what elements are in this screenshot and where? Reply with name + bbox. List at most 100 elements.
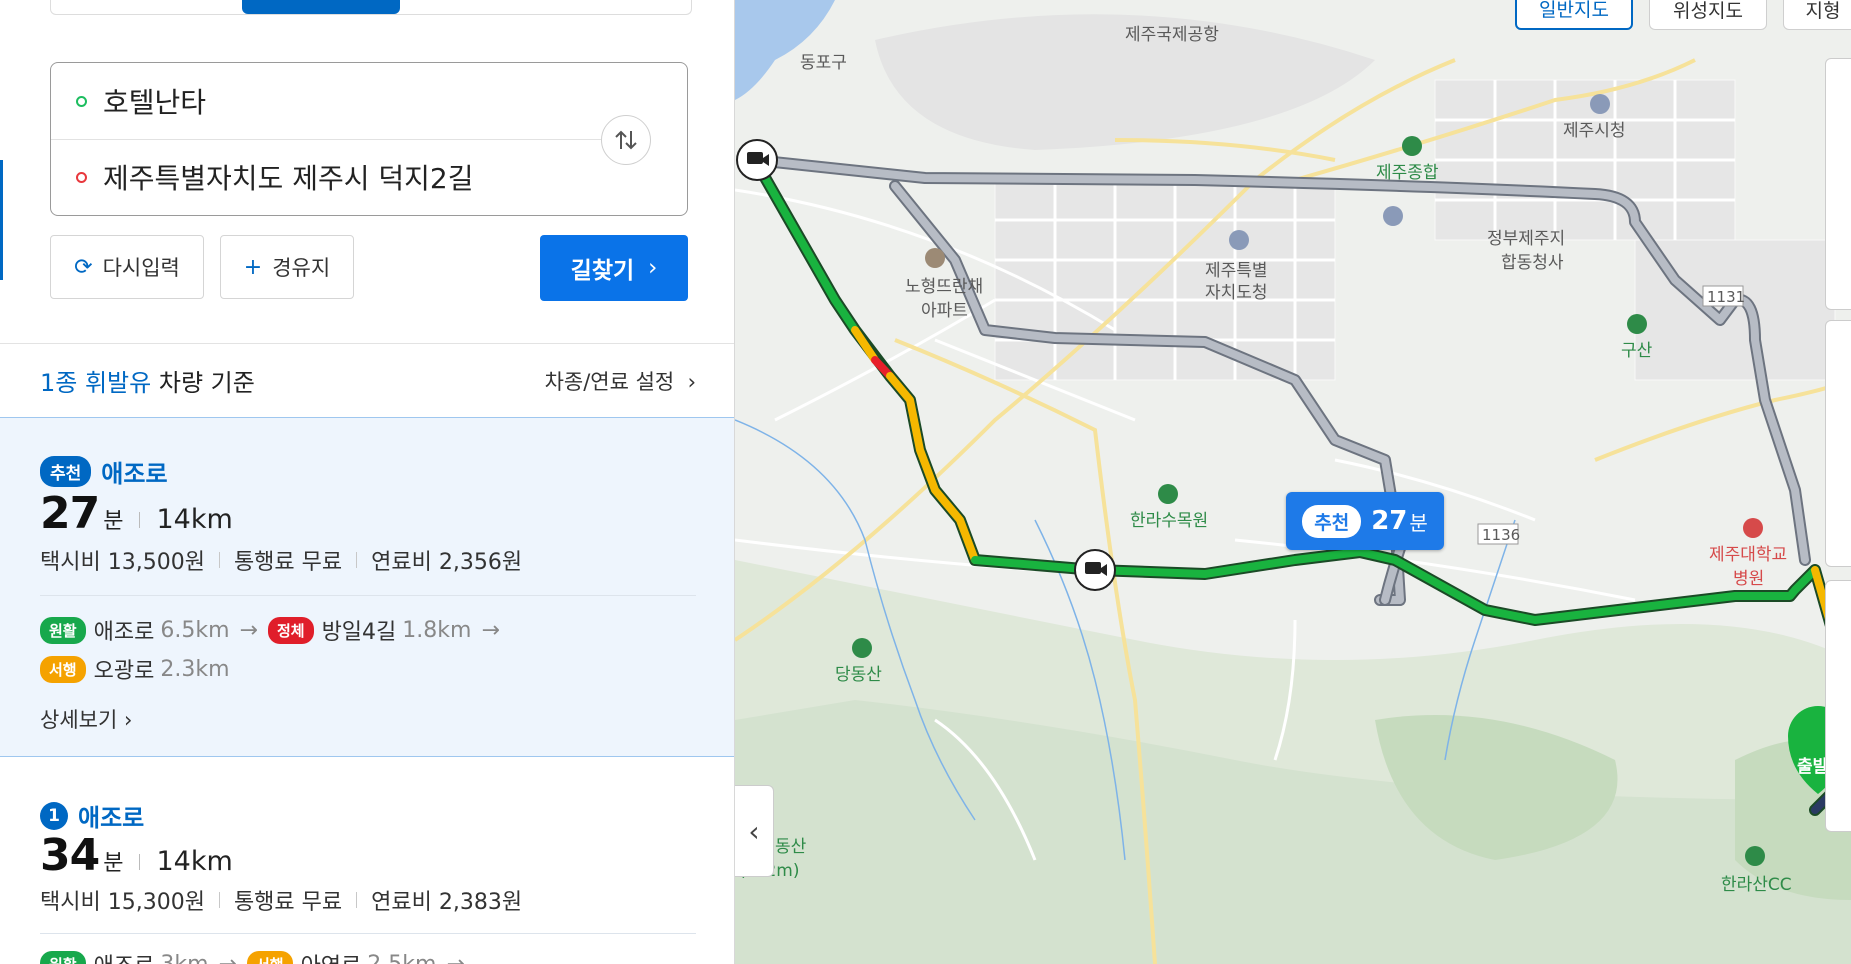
- waypoint-label: 경유지: [272, 256, 331, 280]
- toll-fee: 통행료 무료: [233, 550, 343, 575]
- status-badge: 서행: [246, 950, 293, 964]
- route-name: 애조로: [101, 460, 168, 488]
- route-search-panel: 호텔난타 제주특별자치도 제주시 덕지2길 ⟳ 다시입력 + 경유지 길찾기 ›…: [0, 0, 735, 964]
- route-card-recommended[interactable]: 추천 애조로 27 분 14km 택시비 13,500원 통행료 무료 연료비 …: [0, 417, 734, 757]
- status-badge: 원활: [40, 616, 86, 644]
- chevron-right-icon: ›: [680, 370, 696, 394]
- map-view[interactable]: 제주국제공항 동포구 제주시청 제주종합 정부제주지 합동청사 노형뜨란채 아파…: [735, 0, 1851, 964]
- vehicle-settings-label: 차종/연료 설정: [544, 370, 675, 394]
- label-airport: 제주국제공항: [1125, 25, 1219, 45]
- add-waypoint-button[interactable]: + 경유지: [220, 235, 354, 299]
- label-gusan: 구산: [1621, 341, 1653, 361]
- label-govt1: 정부제주지: [1487, 229, 1565, 249]
- swap-button[interactable]: [601, 115, 651, 165]
- route-minutes: 34: [40, 830, 100, 881]
- segment-road: 애조로: [94, 948, 155, 964]
- segment-km: 6.5km: [160, 617, 230, 643]
- traffic-segments: 원활 애조로 3km → 서행 아연로 2.5km →: [40, 948, 475, 964]
- arrow-right-icon: →: [239, 617, 258, 643]
- route-card-alt[interactable]: 1 애조로 34 분 14km 택시비 15,300원 통행료 무료 연료비 2…: [0, 758, 734, 964]
- reset-button[interactable]: ⟳ 다시입력: [50, 235, 204, 299]
- label-cityhall: 제주시청: [1563, 121, 1626, 141]
- panel-edge-accent: [0, 160, 3, 280]
- segment-road: 아연로: [301, 948, 362, 964]
- vehicle-type: 1종 휘발유: [40, 369, 152, 397]
- arrow-right-icon: →: [446, 951, 465, 964]
- recommended-badge: 추천: [1302, 504, 1362, 538]
- route-minutes: 27: [40, 488, 100, 539]
- taxi-fare: 택시비 15,300원: [40, 890, 205, 915]
- label-dangdongsan: 당동산: [835, 665, 882, 685]
- panel-collapse-button[interactable]: ‹: [735, 785, 774, 877]
- cctv-marker[interactable]: [736, 139, 778, 181]
- label-provoffice1: 제주특별: [1205, 261, 1268, 281]
- map-zoom-panel[interactable]: [1825, 580, 1851, 832]
- route-detail-link[interactable]: 상세보기 ›: [40, 704, 132, 734]
- status-badge: 정체: [267, 616, 314, 644]
- label-hospital1: 제주대학교: [1709, 545, 1787, 565]
- minute-unit: 분: [103, 851, 124, 876]
- plus-icon: +: [243, 254, 263, 280]
- route-fees: 택시비 13,500원 통행료 무료 연료비 2,356원: [40, 544, 522, 576]
- label-provoffice2: 자치도청: [1205, 283, 1268, 303]
- recommended-badge: 추천: [40, 456, 92, 487]
- traffic-segments: 원활 애조로 6.5km → 정체 방일4길 1.8km →: [40, 614, 510, 646]
- refresh-icon: ⟳: [74, 254, 93, 280]
- road-shield-1136: 1136: [1477, 523, 1520, 545]
- end-input[interactable]: 제주특별자치도 제주시 덕지2길: [103, 157, 474, 197]
- find-route-button[interactable]: 길찾기 ›: [540, 235, 688, 301]
- fuel-cost: 연료비 2,383원: [371, 890, 523, 915]
- label-mountain1: 동산: [775, 837, 807, 857]
- maptype-label: 일반지도: [1539, 0, 1609, 21]
- map-canvas[interactable]: 제주국제공항 동포구 제주시청 제주종합 정부제주지 합동청사 노형뜨란채 아파…: [735, 0, 1851, 964]
- maptype-label: 지형: [1805, 0, 1841, 22]
- route-title: 추천 애조로: [40, 454, 168, 489]
- fuel-cost: 연료비 2,356원: [371, 550, 523, 575]
- maptype-label: 위성지도: [1673, 0, 1743, 22]
- label-govt2: 합동청사: [1501, 253, 1564, 273]
- divider: [40, 595, 696, 596]
- maptype-satellite[interactable]: 위성지도: [1649, 0, 1767, 30]
- divider: [356, 892, 358, 908]
- route-minutes: 27: [1371, 506, 1408, 536]
- end-row[interactable]: 제주특별자치도 제주시 덕지2길: [51, 139, 591, 215]
- divider: [139, 854, 141, 870]
- route-name: 애조로: [78, 804, 145, 832]
- segment-road: 애조로: [93, 620, 155, 645]
- segment-road: 오광로: [93, 659, 155, 684]
- start-marker-label: 출발: [1797, 757, 1829, 777]
- find-route-label: 길찾기: [570, 258, 635, 284]
- label-nohyeong1: 노형뜨란채: [905, 277, 983, 297]
- start-dot-icon: [76, 95, 87, 107]
- status-badge: 원활: [40, 950, 86, 964]
- route-number-badge: 1: [40, 801, 68, 830]
- segment-road: 방일4길: [321, 620, 397, 645]
- map-layers-panel[interactable]: [1825, 320, 1851, 567]
- start-input[interactable]: 호텔난타: [103, 81, 206, 121]
- road-number: 1136: [1482, 526, 1520, 544]
- tab-car[interactable]: [242, 0, 400, 14]
- cctv-marker[interactable]: [1074, 549, 1116, 591]
- label-dongpo: 동포구: [800, 53, 847, 73]
- detail-label: 상세보기: [40, 708, 118, 732]
- divider: [356, 552, 358, 568]
- traffic-segments: 서행 오광로 2.3km: [40, 653, 230, 685]
- map-tools-panel[interactable]: [1825, 58, 1851, 310]
- route-title: 1 애조로: [40, 798, 144, 833]
- segment-km: 1.8km: [402, 617, 472, 643]
- vehicle-suffix: 차량 기준: [158, 369, 255, 397]
- route-distance: 14km: [156, 846, 233, 877]
- route-input-box: 호텔난타 제주특별자치도 제주시 덕지2길: [50, 62, 688, 216]
- segment-km: 2.3km: [160, 656, 230, 682]
- maptype-general[interactable]: 일반지도: [1515, 0, 1633, 30]
- chevron-right-icon: ›: [123, 708, 133, 732]
- maptype-terrain[interactable]: 지형: [1783, 0, 1851, 30]
- arrow-right-icon: →: [481, 617, 500, 643]
- start-row[interactable]: 호텔난타: [51, 63, 591, 139]
- vehicle-settings-link[interactable]: 차종/연료 설정 ›: [545, 366, 696, 396]
- route-time-distance: 27 분 14km: [40, 488, 233, 539]
- recommended-route-bubble[interactable]: 추천 27 분: [1286, 492, 1444, 550]
- route-time-distance: 34 분 14km: [40, 830, 233, 881]
- label-sports: 제주종합: [1376, 163, 1439, 183]
- end-dot-icon: [76, 171, 87, 183]
